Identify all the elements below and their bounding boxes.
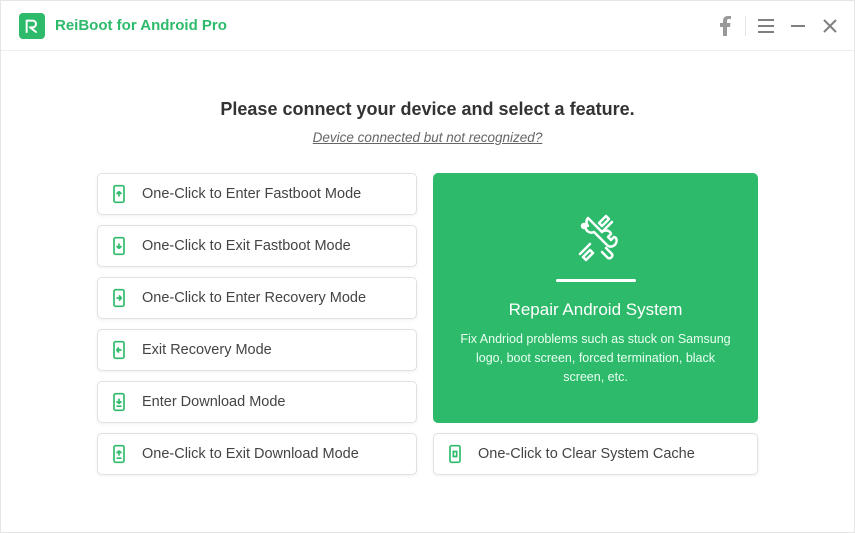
app-title: ReiBoot for Android Pro: [55, 17, 227, 34]
action-label: One-Click to Enter Recovery Mode: [142, 290, 366, 306]
action-label: One-Click to Enter Fastboot Mode: [142, 186, 361, 202]
menu-icon[interactable]: [750, 10, 782, 42]
repair-system-card[interactable]: Repair Android System Fix Andriod proble…: [433, 173, 758, 423]
page-heading: Please connect your device and select a …: [97, 99, 758, 120]
repair-card-title: Repair Android System: [509, 300, 683, 320]
enter-fastboot-button[interactable]: One-Click to Enter Fastboot Mode: [97, 173, 417, 215]
phone-download-icon: [108, 391, 130, 413]
facebook-icon[interactable]: [709, 10, 741, 42]
phone-arrow-right-icon: [108, 287, 130, 309]
left-column: One-Click to Enter Fastboot Mode One-Cli…: [97, 173, 417, 475]
help-link[interactable]: Device connected but not recognized?: [97, 130, 758, 145]
tools-icon: [572, 213, 620, 263]
titlebar-divider: [745, 16, 746, 36]
app-logo-icon: [19, 13, 45, 39]
exit-download-button[interactable]: One-Click to Exit Download Mode: [97, 433, 417, 475]
app-window: ReiBoot for Android Pro Please connect y…: [0, 0, 855, 533]
action-label: Exit Recovery Mode: [142, 342, 272, 358]
phone-trash-icon: [444, 443, 466, 465]
phone-arrow-up-icon: [108, 183, 130, 205]
close-button[interactable]: [814, 10, 846, 42]
minimize-button[interactable]: [782, 10, 814, 42]
clear-cache-button[interactable]: One-Click to Clear System Cache: [433, 433, 758, 475]
phone-arrow-down-icon: [108, 235, 130, 257]
phone-arrow-left-icon: [108, 339, 130, 361]
exit-recovery-button[interactable]: Exit Recovery Mode: [97, 329, 417, 371]
right-column: Repair Android System Fix Andriod proble…: [433, 173, 758, 475]
phone-upload-icon: [108, 443, 130, 465]
action-label: Enter Download Mode: [142, 394, 285, 410]
action-label: One-Click to Clear System Cache: [478, 446, 695, 462]
exit-fastboot-button[interactable]: One-Click to Exit Fastboot Mode: [97, 225, 417, 267]
action-label: One-Click to Exit Download Mode: [142, 446, 359, 462]
repair-card-description: Fix Andriod problems such as stuck on Sa…: [453, 330, 738, 386]
enter-download-button[interactable]: Enter Download Mode: [97, 381, 417, 423]
enter-recovery-button[interactable]: One-Click to Enter Recovery Mode: [97, 277, 417, 319]
main-content: Please connect your device and select a …: [1, 51, 854, 532]
titlebar: ReiBoot for Android Pro: [1, 1, 854, 51]
feature-grid: One-Click to Enter Fastboot Mode One-Cli…: [97, 173, 758, 475]
card-divider: [556, 279, 636, 282]
action-label: One-Click to Exit Fastboot Mode: [142, 238, 351, 254]
